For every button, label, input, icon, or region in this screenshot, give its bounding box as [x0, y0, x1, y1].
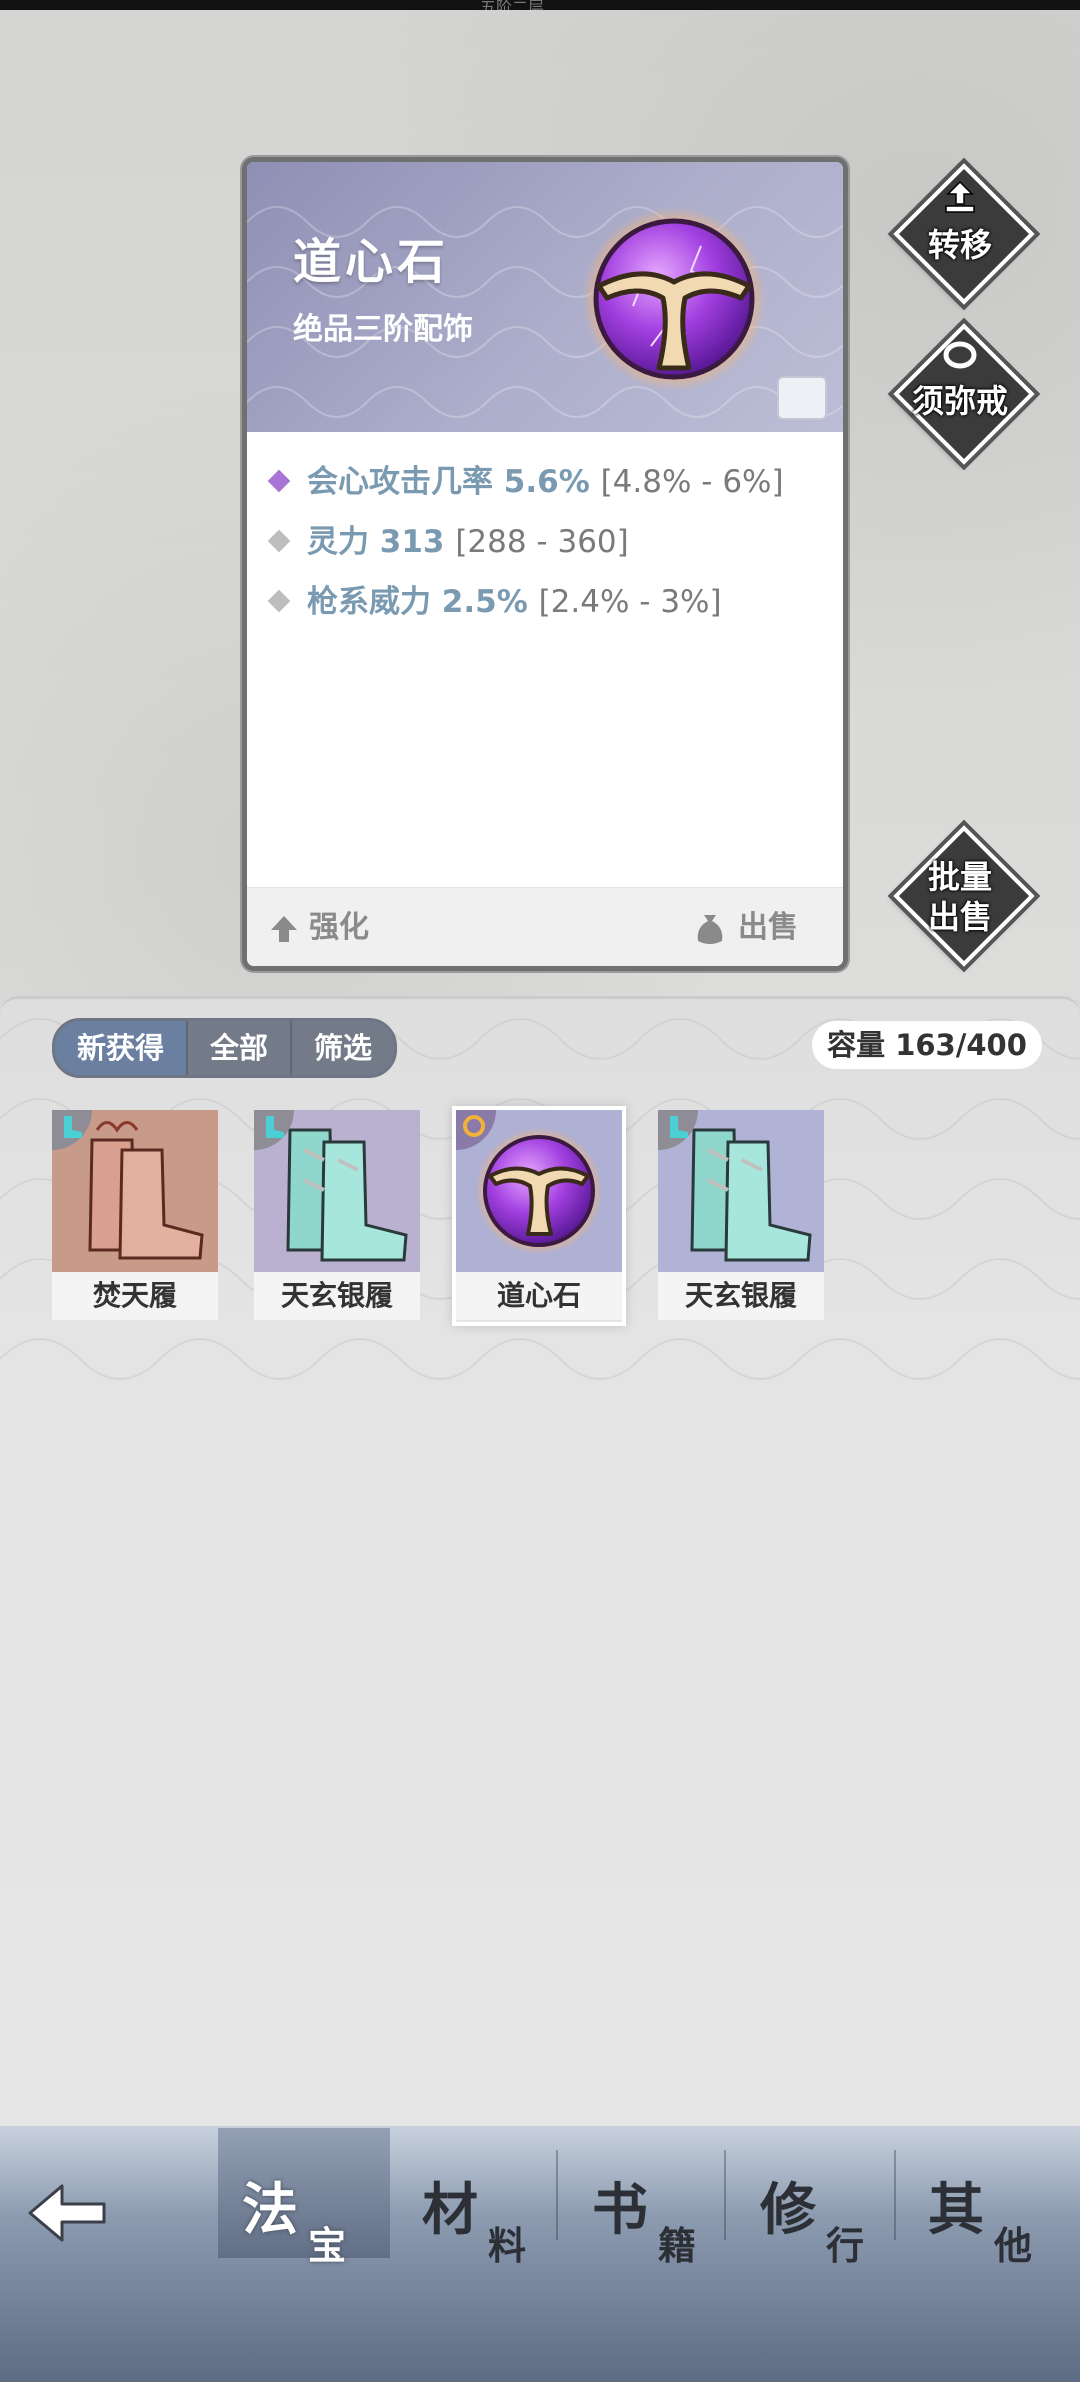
sell-button[interactable]: 出售: [692, 902, 798, 947]
item-name: 天玄银履: [254, 1272, 420, 1320]
collapse-tag-icon[interactable]: [777, 376, 827, 420]
item-name: 焚天履: [52, 1272, 218, 1320]
nav-label-main: 材: [422, 2177, 478, 2243]
tab-filter[interactable]: 筛选: [292, 1021, 394, 1075]
accessory-badge-icon: [463, 1115, 485, 1137]
transfer-button[interactable]: 转移: [893, 163, 1035, 305]
transfer-label: 转移: [927, 226, 992, 264]
item-detail-card: 道心石 绝品三阶配饰 会心攻击几率 5.6% [4.8% - 6%] 灵力 31…: [242, 157, 848, 971]
nav-label-sub: 他: [994, 2223, 1033, 2268]
boot-badge-icon: [266, 1116, 284, 1138]
stat-line: 会心攻击几率 5.6% [4.8% - 6%]: [267, 456, 784, 501]
nav-divider: [724, 2150, 726, 2240]
inventory-slot[interactable]: 焚天履: [52, 1110, 218, 1322]
tab-all[interactable]: 全部: [188, 1021, 293, 1075]
boot-badge-icon: [64, 1116, 82, 1138]
storage-ring-button[interactable]: 须弥戒: [893, 323, 1035, 465]
upload-icon: [945, 180, 975, 213]
stats-panel: 会心攻击几率 5.6% [4.8% - 6%] 灵力 313 [288 - 36…: [247, 432, 843, 882]
nav-divider: [894, 2150, 896, 2240]
stat-range: [288 - 360]: [455, 524, 629, 560]
enhance-label: 强化: [309, 910, 369, 945]
card-footer: 强化 出售: [247, 887, 843, 966]
orb-icon: [582, 207, 766, 391]
storage-ring-label: 须弥戒: [911, 382, 1008, 420]
batch-sell-label-line2: 出售: [927, 898, 992, 936]
stat-value: 2.5%: [441, 584, 528, 620]
boot-badge-icon: [670, 1116, 688, 1138]
stat-line: 灵力 313 [288 - 360]: [267, 516, 629, 561]
up-arrow-icon: [271, 915, 297, 942]
nav-label-main: 法: [242, 2177, 298, 2243]
nav-label-sub: 宝: [308, 2223, 347, 2268]
nav-label-main: 修: [760, 2177, 816, 2243]
nav-label-sub: 籍: [658, 2223, 697, 2268]
diamond-bullet-icon: [267, 529, 291, 552]
item-name: 天玄银履: [658, 1272, 824, 1320]
stat-range: [2.4% - 3%]: [538, 584, 722, 620]
stat-name: 会心攻击几率: [307, 464, 493, 500]
nav-books[interactable]: 书 籍: [582, 2165, 712, 2285]
sell-label: 出售: [738, 910, 798, 945]
item-grade: 绝品三阶配饰: [293, 312, 473, 347]
diamond-bullet-icon: [267, 589, 291, 612]
back-arrow-icon[interactable]: [22, 2178, 112, 2248]
card-header: 道心石 绝品三阶配饰: [247, 162, 843, 432]
ring-icon: [943, 341, 977, 369]
nav-divider: [556, 2150, 558, 2240]
nav-label-main: 其: [928, 2177, 984, 2243]
inventory-tabs: 新获得 全部 筛选: [52, 1018, 398, 1078]
inventory-slot[interactable]: 天玄银履: [658, 1110, 824, 1322]
stat-line: 枪系威力 2.5% [2.4% - 3%]: [267, 576, 722, 621]
inventory-slot[interactable]: 天玄银履: [254, 1110, 420, 1322]
nav-label-sub: 行: [826, 2223, 865, 2268]
nav-materials[interactable]: 材 料: [412, 2165, 542, 2285]
tab-new[interactable]: 新获得: [55, 1021, 189, 1075]
nav-label-main: 书: [592, 2177, 648, 2243]
diamond-bullet-icon: [267, 469, 291, 492]
inventory-slot-selected[interactable]: 道心石: [456, 1110, 622, 1322]
stat-name: 灵力: [307, 524, 369, 560]
item-name: 道心石: [456, 1272, 622, 1320]
stat-value: 5.6%: [503, 464, 590, 500]
nav-other[interactable]: 其 他: [918, 2165, 1048, 2285]
batch-sell-button[interactable]: 批量 出售: [893, 825, 1035, 967]
stat-value: 313: [379, 524, 445, 560]
item-name: 道心石: [293, 234, 450, 290]
stat-name: 枪系威力: [307, 584, 431, 620]
stat-range: [4.8% - 6%]: [600, 464, 784, 500]
nav-label-sub: 料: [488, 2223, 527, 2268]
capacity-indicator: 容量 163/400: [812, 1021, 1042, 1069]
nav-treasure[interactable]: 法 宝: [232, 2165, 362, 2285]
enhance-button[interactable]: 强化: [269, 902, 369, 946]
money-bag-icon: [697, 914, 723, 944]
nav-cultivation[interactable]: 修 行: [750, 2165, 880, 2285]
